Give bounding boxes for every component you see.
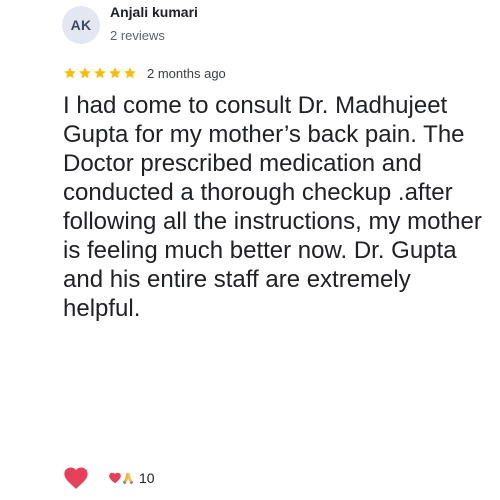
- heart-icon: [62, 464, 90, 492]
- reaction-count: 10: [139, 470, 155, 486]
- reviewer-name[interactable]: Anjali kumari: [110, 4, 198, 20]
- review-text: I had come to consult Dr. Madhujeet Gupt…: [63, 92, 482, 322]
- star-rating: [63, 66, 138, 80]
- star-icon: [93, 66, 107, 80]
- rating-row: 2 months ago: [63, 64, 226, 82]
- star-icon: [108, 66, 122, 80]
- review-count: 2 reviews: [110, 28, 165, 43]
- avatar[interactable]: AK: [62, 6, 100, 44]
- star-icon: [78, 66, 92, 80]
- heart-reaction-button[interactable]: [62, 464, 90, 492]
- heart-icon: [108, 471, 122, 485]
- reactions-summary[interactable]: 10: [108, 469, 155, 487]
- review-time: 2 months ago: [147, 65, 226, 81]
- star-icon: [123, 66, 137, 80]
- folded-hands-icon: [121, 471, 135, 485]
- star-icon: [63, 66, 77, 80]
